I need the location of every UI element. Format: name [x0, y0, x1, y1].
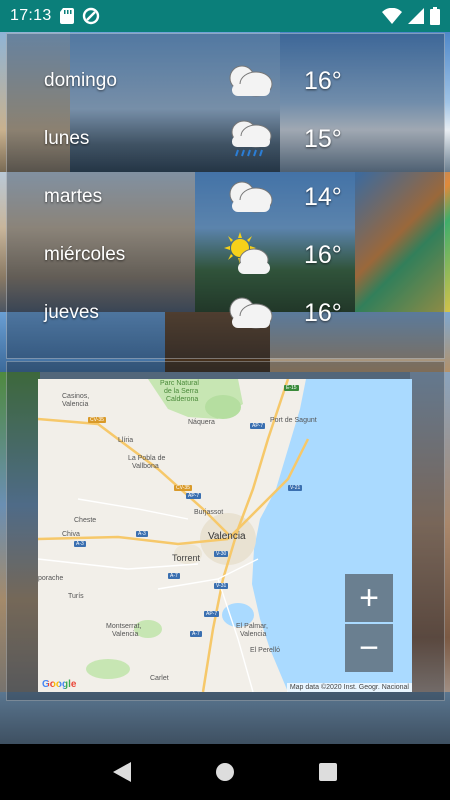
- road-badge: A-7: [168, 573, 180, 579]
- recents-button[interactable]: [308, 752, 348, 792]
- day-name: miércoles: [44, 244, 126, 265]
- road-badge: AP-7: [250, 423, 266, 429]
- map-label: El Perelló: [250, 647, 280, 654]
- temperature: 16°: [304, 66, 342, 95]
- map-label: Valencia: [112, 631, 139, 638]
- forecast-row-jueves[interactable]: jueves 16°: [0, 284, 450, 342]
- map-label: Montserrat,: [106, 623, 142, 630]
- partly-sunny-icon: [224, 232, 270, 274]
- recents-square-icon: [319, 763, 338, 781]
- road-badge: E-15: [284, 385, 299, 391]
- road-badge: A-3: [74, 541, 86, 547]
- forecast-row-martes[interactable]: martes 14°: [0, 168, 450, 226]
- data-saver-icon: [82, 7, 99, 25]
- road-badge: A-7: [190, 631, 202, 637]
- back-triangle-icon: [112, 762, 131, 782]
- road-badge: V-30: [214, 551, 229, 557]
- map-label: Cheste: [74, 517, 97, 524]
- map-label: Torrent: [172, 553, 201, 563]
- map-label: Llíria: [118, 437, 134, 444]
- battery-icon: [430, 7, 440, 25]
- map-label: Valencia: [240, 631, 267, 638]
- road-badge: CV-35: [174, 485, 192, 491]
- map-label: Carlet: [150, 675, 169, 682]
- status-time: 17:13: [10, 7, 52, 24]
- road-badge: AP-7: [186, 493, 202, 499]
- rain-icon: [231, 120, 272, 157]
- map-label-valencia: Valencia: [208, 531, 246, 542]
- road-badge: CV-35: [88, 417, 106, 423]
- google-logo-text: Google: [42, 679, 77, 690]
- google-logo: Google: [42, 679, 76, 690]
- map-label: Turís: [68, 593, 84, 600]
- map-label: Calderona: [166, 396, 199, 403]
- map-label: Casinos,: [62, 393, 90, 400]
- zoom-in-button[interactable]: +: [345, 574, 393, 622]
- map-label: Parc Natural: [160, 380, 199, 387]
- cloudy-icon: [229, 297, 273, 329]
- sd-card-icon: [59, 8, 74, 24]
- forecast-row-lunes[interactable]: lunes 15°: [0, 110, 450, 168]
- signal-icon: [408, 8, 424, 24]
- map-label: Chiva: [62, 531, 80, 538]
- plus-icon: +: [359, 579, 379, 617]
- road-badge: V-31: [214, 583, 229, 589]
- day-name: martes: [44, 186, 103, 207]
- day-name: jueves: [44, 302, 99, 323]
- map-attribution: Map data ©2020 Inst. Geogr. Nacional: [286, 683, 412, 692]
- map-label: Náquera: [188, 419, 215, 426]
- temperature: 15°: [304, 124, 342, 153]
- map-label: Port de Sagunt: [270, 417, 317, 424]
- status-bar: 17:13: [0, 0, 450, 32]
- map-label: de la Serra: [164, 388, 199, 395]
- back-button[interactable]: [102, 752, 142, 792]
- road-badge: V-21: [288, 485, 303, 491]
- road-badge: A-3: [136, 531, 148, 537]
- forecast-row-domingo[interactable]: domingo 16°: [0, 52, 450, 110]
- day-name: lunes: [44, 128, 90, 149]
- zoom-out-button[interactable]: −: [345, 624, 393, 672]
- navigation-bar: [0, 744, 450, 800]
- wifi-icon: [382, 8, 402, 24]
- map-label: porache: [38, 575, 64, 582]
- cloudy-icon: [229, 181, 273, 213]
- cloudy-icon: [229, 65, 273, 97]
- map-label: Valencia: [62, 401, 89, 408]
- road-badge: AP-7: [204, 611, 220, 617]
- temperature: 14°: [304, 182, 342, 211]
- forecast-row-miercoles[interactable]: miércoles 16°: [0, 226, 450, 284]
- day-name: domingo: [44, 70, 117, 91]
- home-circle-icon: [215, 763, 234, 781]
- map-label: Burjassot: [194, 509, 224, 516]
- minus-icon: −: [359, 629, 379, 667]
- home-button[interactable]: [205, 752, 245, 792]
- map-label: El Palmar,: [236, 623, 268, 630]
- map-label: Vallbona: [132, 463, 159, 470]
- map-label: La Pobla de: [128, 455, 166, 462]
- temperature: 16°: [304, 240, 342, 269]
- temperature: 16°: [304, 298, 342, 327]
